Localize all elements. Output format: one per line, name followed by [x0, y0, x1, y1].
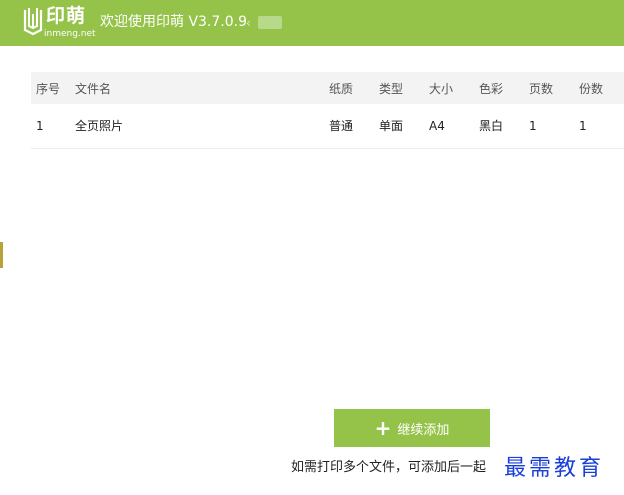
table-header: 序号 文件名 纸质 类型 大小 色彩 页数 份数: [31, 72, 624, 104]
header-index: 序号: [36, 82, 61, 96]
add-more-label: 继续添加: [397, 422, 450, 438]
title-bar: 印萌 inmeng.net 欢迎使用印萌 V3.7.0.9 ‹: [0, 0, 624, 46]
row-copies[interactable]: 1: [579, 104, 587, 148]
row-type[interactable]: 单面: [379, 104, 403, 148]
plus-icon: +: [374, 416, 392, 440]
logo-text: 印萌: [46, 5, 87, 27]
window-edge-marker: [0, 242, 3, 268]
title-separator-icon: ‹: [246, 16, 251, 30]
row-filename: 全页照片: [75, 119, 124, 133]
row-color[interactable]: 黑白: [479, 104, 503, 148]
header-filename: 文件名: [75, 82, 112, 96]
hint-text: 如需打印多个文件，可添加后一起: [291, 460, 487, 475]
logo-url: inmeng.net: [44, 29, 96, 39]
header-copies: 份数: [579, 82, 604, 96]
row-size[interactable]: A4: [429, 104, 445, 148]
window-title: 欢迎使用印萌 V3.7.0.9: [100, 14, 248, 30]
watermark: 最需教育: [500, 450, 605, 482]
file-table: 序号 文件名 纸质 类型 大小 色彩 页数 份数 1 全页照片 普通 单面 A4…: [31, 72, 624, 149]
row-paper[interactable]: 普通: [329, 104, 353, 148]
table-row[interactable]: 1 全页照片 普通 单面 A4 黑白 1 1: [31, 104, 624, 149]
row-index: 1: [36, 119, 44, 133]
header-type: 类型: [379, 82, 404, 96]
row-pages: 1: [529, 119, 537, 133]
header-size: 大小: [429, 82, 454, 96]
header-pages: 页数: [529, 82, 554, 96]
header-color: 色彩: [479, 82, 504, 96]
inmeng-logo-icon: [23, 8, 43, 36]
add-more-button[interactable]: + 继续添加: [334, 409, 490, 447]
redacted-user-badge: [258, 16, 282, 29]
header-paper: 纸质: [329, 82, 354, 96]
